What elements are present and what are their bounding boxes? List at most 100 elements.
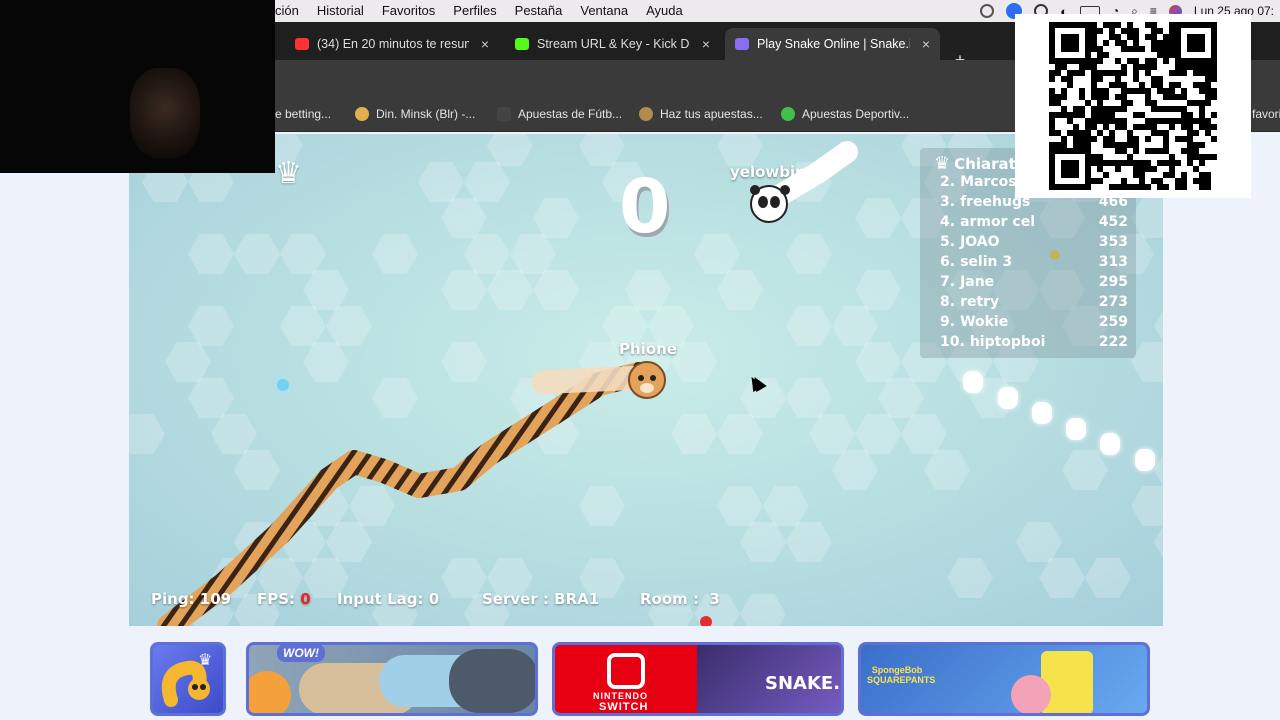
menu-item[interactable]: ción bbox=[275, 0, 308, 22]
qr-module bbox=[1091, 58, 1097, 64]
qr-module bbox=[1175, 94, 1181, 100]
qr-module bbox=[1193, 154, 1199, 160]
leaderboard-rank: 10. bbox=[940, 334, 965, 350]
qr-module bbox=[1073, 130, 1079, 136]
bookmark-item[interactable]: Haz tus apuestas... bbox=[639, 107, 763, 121]
qr-module bbox=[1103, 52, 1109, 58]
menu-item[interactable]: Ayuda bbox=[637, 0, 692, 22]
qr-module bbox=[1097, 166, 1103, 172]
qr-module bbox=[1145, 64, 1151, 70]
menu-item[interactable]: Pestaña bbox=[506, 0, 572, 22]
qr-module bbox=[1169, 166, 1175, 172]
menu-item[interactable]: Perfiles bbox=[444, 0, 505, 22]
qr-module bbox=[1163, 52, 1169, 58]
tab-snake[interactable]: Play Snake Online | Snake.io × bbox=[725, 28, 940, 60]
snake-io-icon bbox=[735, 38, 749, 50]
menu-item[interactable]: Favoritos bbox=[373, 0, 444, 22]
food-egg bbox=[963, 371, 983, 393]
qr-module bbox=[1061, 64, 1067, 70]
bookmark-overflow[interactable]: favori bbox=[1252, 107, 1280, 121]
qr-module bbox=[1169, 52, 1175, 58]
bookmark-item[interactable]: Apuestas de Fútb... bbox=[497, 107, 622, 121]
qr-module bbox=[1151, 148, 1157, 154]
qr-module bbox=[1109, 130, 1115, 136]
crown-icon: ♛ bbox=[934, 153, 950, 174]
input-lag-stat: Input Lag: 0 bbox=[337, 590, 439, 608]
qr-module bbox=[1103, 70, 1109, 76]
menu-item[interactable]: Ventana bbox=[571, 0, 637, 22]
promo-switch-banner[interactable]: NINTENDO SWITCH SNAKE.IO bbox=[552, 642, 844, 716]
qr-module bbox=[1151, 22, 1157, 28]
qr-module bbox=[1091, 34, 1097, 40]
qr-module bbox=[1157, 28, 1163, 34]
snake-app-icon[interactable]: ♛ bbox=[150, 642, 226, 716]
qr-module bbox=[1079, 106, 1085, 112]
game-canvas[interactable]: ♛ 0 yelowbird Phione ♛ Chiarato 2. Marco… bbox=[129, 134, 1163, 626]
close-icon[interactable]: × bbox=[922, 36, 930, 52]
qr-module bbox=[1091, 70, 1097, 76]
leaderboard-name: JOAO bbox=[960, 234, 999, 250]
qr-module bbox=[1109, 136, 1115, 142]
qr-module bbox=[1133, 184, 1139, 190]
menu-item[interactable]: Historial bbox=[308, 0, 373, 22]
spongebob-character bbox=[1041, 651, 1093, 715]
qr-module bbox=[1061, 106, 1067, 112]
qr-module bbox=[1211, 88, 1217, 94]
qr-module bbox=[1055, 142, 1061, 148]
qr-module bbox=[1151, 58, 1157, 64]
qr-module bbox=[1049, 112, 1055, 118]
qr-module bbox=[1073, 112, 1079, 118]
qr-module bbox=[1115, 160, 1121, 166]
qr-module bbox=[1205, 76, 1211, 82]
leaderboard-score: 313 bbox=[1099, 254, 1128, 274]
bookmark-item[interactable]: e betting... bbox=[275, 107, 331, 121]
qr-module bbox=[1103, 40, 1109, 46]
qr-module bbox=[1079, 70, 1085, 76]
promo-wow-banner[interactable]: WOW! bbox=[246, 642, 538, 716]
tab-youtube[interactable]: (34) En 20 minutos te resumo × bbox=[285, 28, 499, 60]
qr-module bbox=[1199, 70, 1205, 76]
qr-module bbox=[1091, 124, 1097, 130]
qr-module bbox=[1049, 130, 1055, 136]
qr-module bbox=[1127, 184, 1133, 190]
qr-module bbox=[1211, 76, 1217, 82]
qr-module bbox=[1097, 178, 1103, 184]
food-egg bbox=[1135, 449, 1155, 471]
qr-module bbox=[1067, 112, 1073, 118]
food-orb bbox=[700, 616, 712, 626]
qr-module bbox=[1091, 160, 1097, 166]
room-label: Room : bbox=[640, 590, 709, 608]
qr-module bbox=[1163, 58, 1169, 64]
qr-module bbox=[1073, 142, 1079, 148]
qr-module bbox=[1187, 118, 1193, 124]
qr-module bbox=[1175, 70, 1181, 76]
qr-module bbox=[1145, 88, 1151, 94]
qr-module bbox=[1199, 160, 1205, 166]
qr-module bbox=[1211, 124, 1217, 130]
qr-module bbox=[1073, 136, 1079, 142]
qr-code-image bbox=[1015, 14, 1251, 198]
bookmark-icon bbox=[639, 107, 653, 121]
close-icon[interactable]: × bbox=[702, 36, 710, 52]
qr-module bbox=[1157, 88, 1163, 94]
close-icon[interactable]: × bbox=[481, 36, 489, 52]
qr-module bbox=[1157, 130, 1163, 136]
qr-module bbox=[1163, 184, 1169, 190]
qr-module bbox=[1133, 166, 1139, 172]
qr-module bbox=[1079, 136, 1085, 142]
bookmark-label: Apuestas Deportiv... bbox=[802, 107, 909, 121]
qr-module bbox=[1187, 148, 1193, 154]
qr-module bbox=[1151, 82, 1157, 88]
qr-module bbox=[1175, 64, 1181, 70]
qr-module bbox=[1097, 28, 1103, 34]
qr-module bbox=[1169, 40, 1175, 46]
bookmark-item[interactable]: Apuestas Deportiv... bbox=[781, 107, 909, 121]
leaderboard-entry: 5. JOAO bbox=[940, 234, 1000, 254]
webcam-overlay bbox=[0, 0, 275, 173]
status-icon[interactable] bbox=[980, 4, 994, 18]
leaderboard-name: Jane bbox=[960, 274, 994, 290]
tab-kick[interactable]: Stream URL & Key - Kick Das × bbox=[505, 28, 720, 60]
bookmark-item[interactable]: Din. Minsk (Blr) -... bbox=[355, 107, 475, 121]
qr-module bbox=[1205, 88, 1211, 94]
promo-spongebob-banner[interactable]: SpongeBob SQUAREPANTS bbox=[858, 642, 1150, 716]
